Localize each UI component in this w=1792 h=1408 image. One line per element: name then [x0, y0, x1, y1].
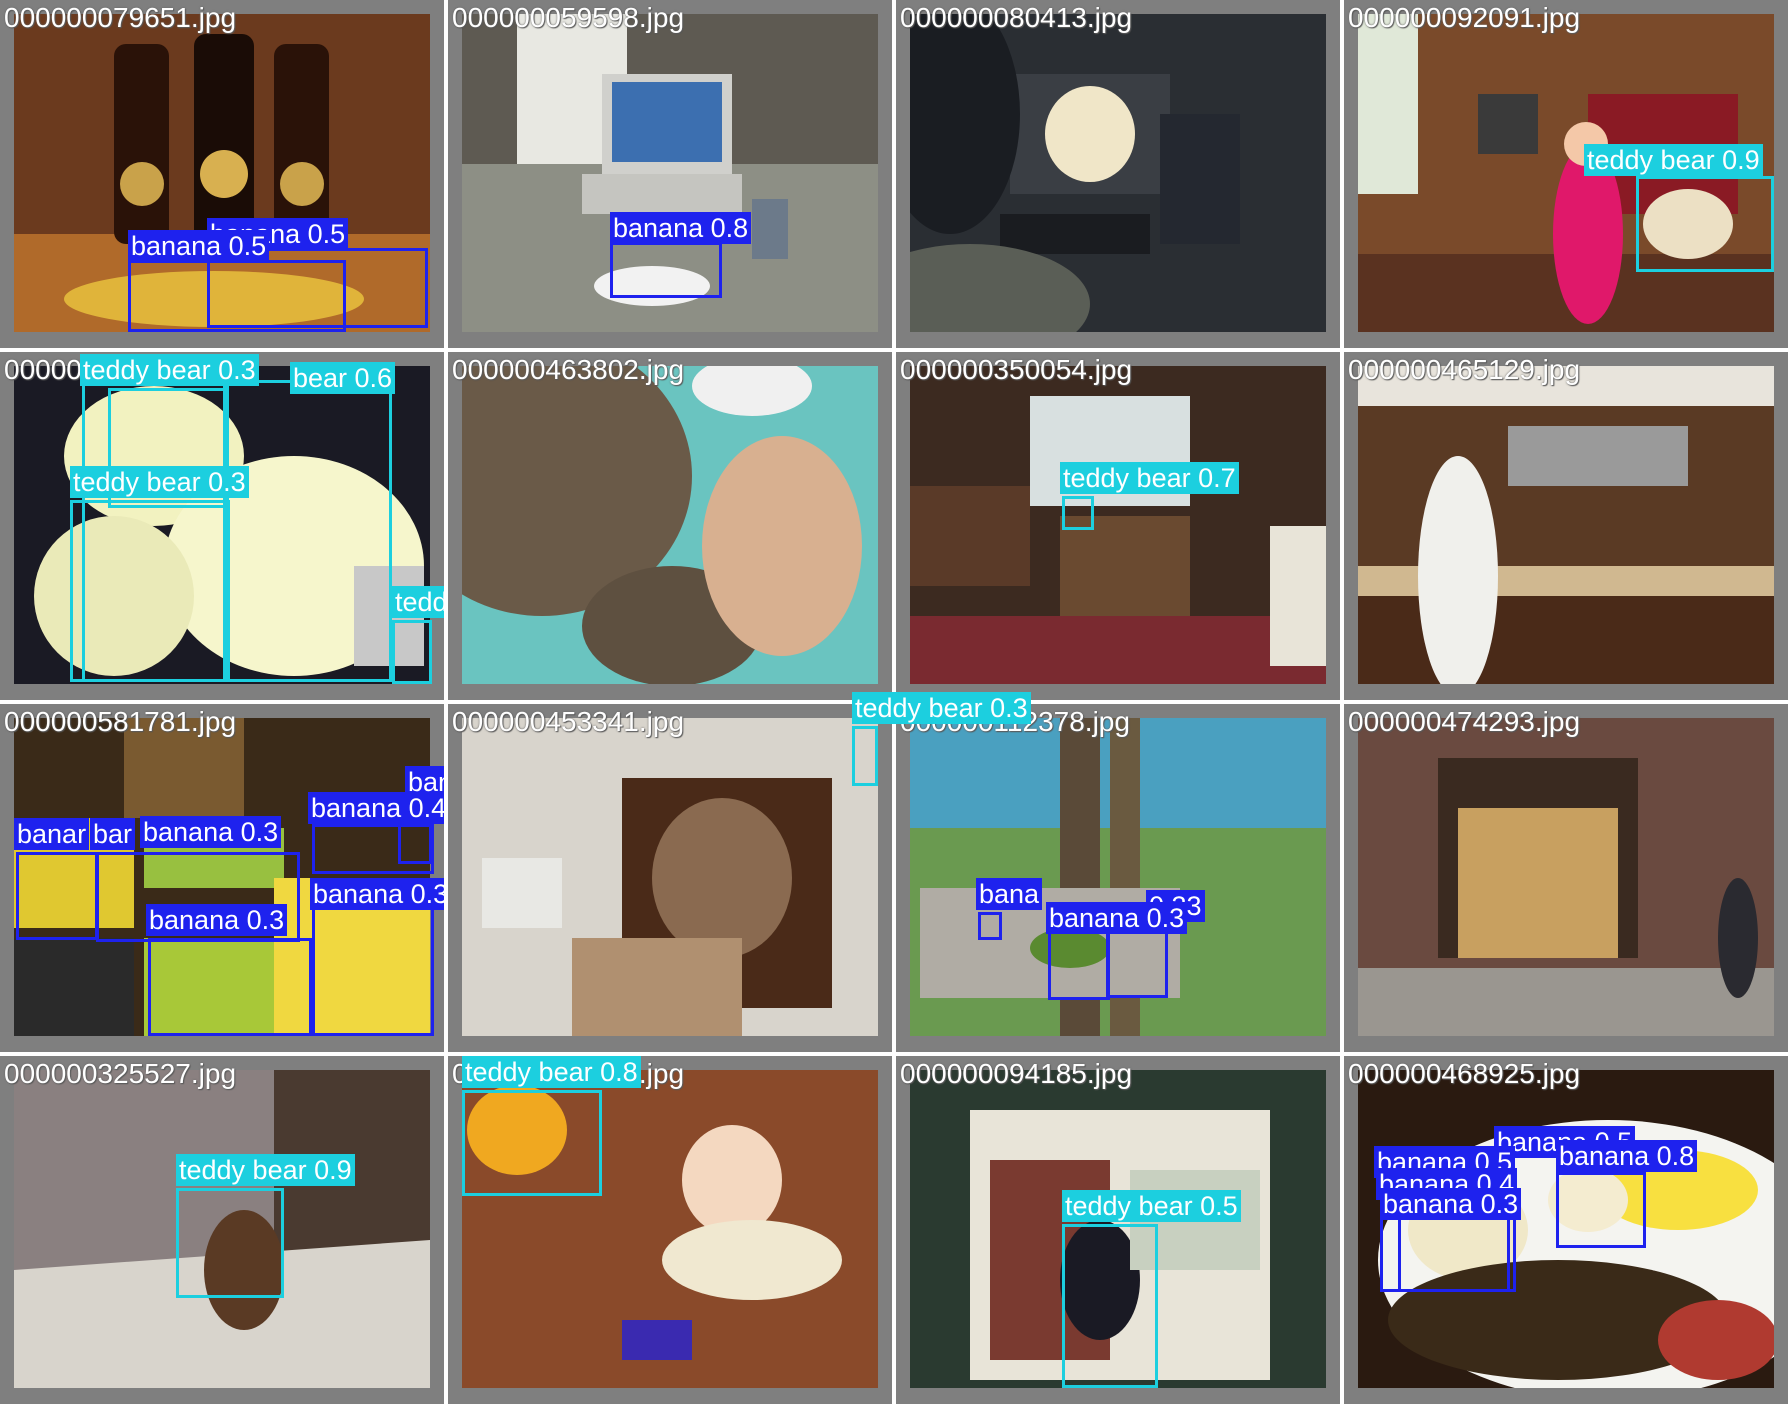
tile-5: 000000 bear 0.6 teddy bear 0.3 teddy bea…: [0, 352, 444, 700]
banana-box: [978, 912, 1002, 940]
banana-label: bar: [90, 818, 136, 850]
banana-box: [1556, 1172, 1646, 1248]
banana-label: banana 0.3: [1380, 1188, 1522, 1220]
teddy-bear-box: [226, 380, 392, 682]
teddy-bear-label: teddy bear 0.9: [176, 1154, 355, 1186]
banana-box: [1048, 928, 1110, 1000]
banana-box: [312, 904, 434, 1036]
tile-10: 000000453341.jpg teddy bear 0.3: [448, 692, 1031, 1052]
teddy-bear-box: [1636, 176, 1774, 272]
banana-box: [16, 852, 98, 940]
tile-7: 000000350054.jpg teddy bear 0.7: [896, 352, 1340, 700]
banana-label: banana 0.3: [1046, 902, 1188, 934]
banana-label: banana 0.3: [146, 904, 288, 936]
teddy-bear-box: [176, 1188, 284, 1298]
tile-16: 000000468925.jpg banana 0.5 banana 0.5 b…: [1344, 1056, 1788, 1404]
teddy-bear-label: teddy bear 0.3: [70, 466, 249, 498]
teddy-bear-label: teddy bear 0.5: [1062, 1190, 1241, 1222]
banana-label: banana 0.44: [308, 792, 444, 824]
tile-13: 000000325527.jpg teddy bear 0.9: [0, 1056, 444, 1404]
tile-8: 000000465129.jpg: [1344, 352, 1788, 700]
tile-4: 000000092091.jpg teddy bear 0.9: [1344, 0, 1788, 348]
tile-6: 000000463802.jpg: [448, 352, 892, 700]
teddy-bear-box: [1062, 1224, 1158, 1388]
banana-box: [1106, 928, 1168, 998]
tile-11: 000000112378.jpg 0.33 bana banana 0.3: [896, 704, 1340, 1052]
teddy-bear-box: [1062, 496, 1094, 530]
teddy-bear-box: [70, 500, 230, 682]
photo-living-room-tv: [910, 366, 1326, 684]
photo-tennis-player-bear: [462, 366, 878, 684]
tile-2: 000000059598.jpg banana 0.8: [448, 0, 892, 348]
teddy-bear-label: teddy bear 0.7: [1060, 462, 1239, 494]
photo-kitchen-man: [1358, 366, 1774, 684]
banana-label: banana 0.3: [310, 878, 444, 910]
banana-label: banana 0.8: [1556, 1140, 1698, 1172]
teddy-bear-box: [462, 1090, 602, 1196]
teddy-bear-label: teddy bear 0.4: [392, 586, 444, 618]
tile-12: 000000474293.jpg: [1344, 704, 1788, 1052]
photo-bakery-storefront: [1358, 718, 1774, 1036]
teddy-bear-label: teddy bear 0.3: [80, 354, 259, 386]
teddy-bear-box: [392, 620, 432, 684]
banana-box: [128, 260, 346, 332]
banana-box: [148, 938, 312, 1036]
teddy-bear-label: bear 0.6: [290, 362, 396, 394]
teddy-bear-label: teddy bear 0.8: [462, 1056, 641, 1088]
banana-label: banana 0.5: [128, 230, 270, 262]
tile-3: 000000080413.jpg: [896, 0, 1340, 348]
banana-label: banana 0.3: [140, 816, 282, 848]
banana-box: [312, 824, 434, 874]
banana-box: [610, 242, 722, 298]
detection-grid: 000000079651.jpg banana 0.5 banana 0.5 0…: [0, 0, 1792, 1408]
tile-14: 000000054870.jpg teddy bear 0.8: [448, 1056, 892, 1404]
photo-car-dashboard: [910, 14, 1326, 332]
tile-15: 000000094185.jpg teddy bear 0.5: [896, 1056, 1340, 1404]
teddy-bear-box: [852, 726, 878, 786]
banana-label: banar: [14, 818, 90, 850]
photo-collectibles-room: [462, 718, 878, 1036]
banana-label: banana 0.8: [610, 212, 752, 244]
teddy-bear-label: teddy bear 0.3: [852, 692, 1031, 724]
tile-1: 000000079651.jpg banana 0.5 banana 0.5: [0, 0, 444, 348]
teddy-bear-label: teddy bear 0.9: [1584, 144, 1763, 176]
tile-9: 000000581781.jpg banana 0.4 banana 0.44 …: [0, 704, 444, 1052]
banana-label: bana: [976, 878, 1043, 910]
